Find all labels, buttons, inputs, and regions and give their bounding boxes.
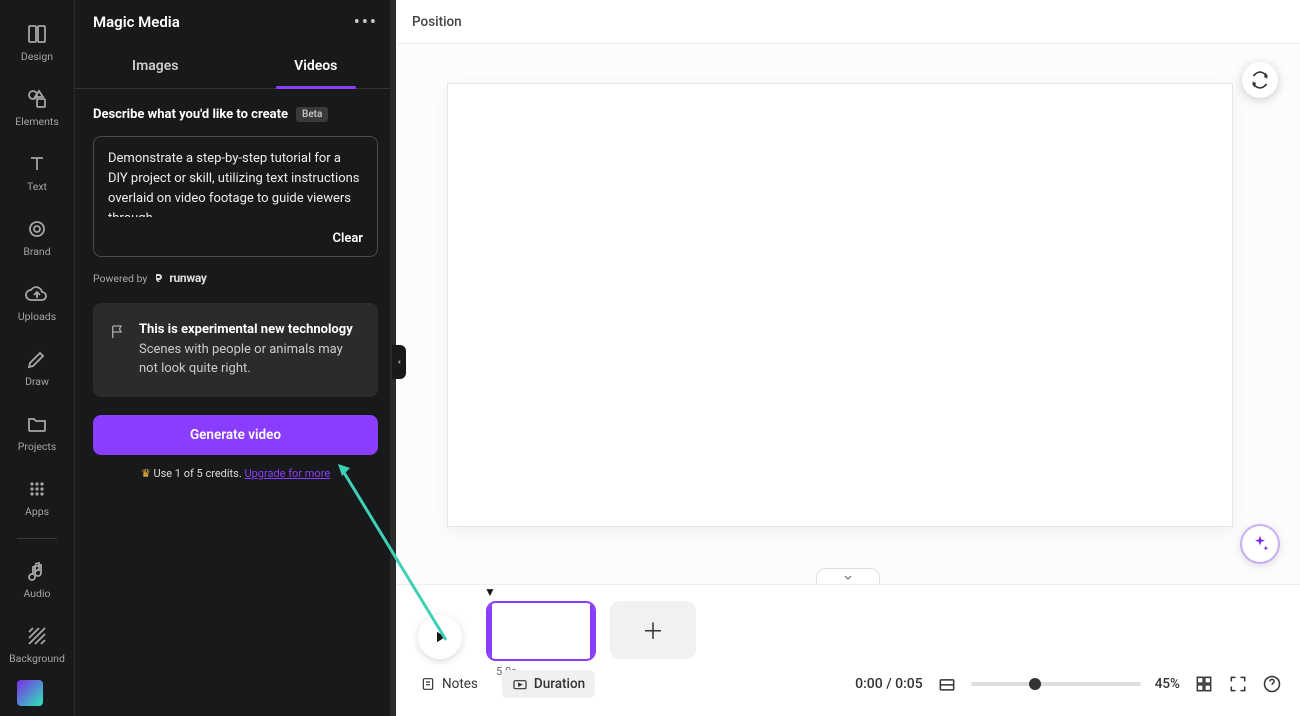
panel-tabs: Images Videos: [75, 44, 396, 89]
rail-apps[interactable]: Apps: [7, 465, 67, 530]
help-icon[interactable]: [1262, 674, 1282, 694]
rail-brand[interactable]: Brand: [7, 205, 67, 270]
position-button[interactable]: Position: [412, 14, 462, 30]
timecode: 0:00 / 0:05: [855, 676, 923, 692]
bottom-bar: Notes Duration 0:00 / 0:05 45%: [410, 670, 1282, 698]
app-chip-icon[interactable]: [17, 680, 43, 706]
runway-logo-text: runway: [169, 271, 206, 285]
play-button[interactable]: [418, 615, 462, 659]
rail-label: Draw: [25, 375, 49, 388]
playhead-marker[interactable]: ▼: [484, 585, 496, 599]
side-panel: Magic Media ••• Images Videos Describe w…: [75, 0, 396, 716]
add-clip-button[interactable]: ＋: [610, 601, 696, 659]
rail-label: Design: [21, 50, 53, 63]
prompt-box: Demonstrate a step-by-step tutorial for …: [93, 136, 378, 257]
main-area: Position ▼ 5.0s ＋ Notes: [396, 0, 1300, 716]
rail-label: Text: [27, 180, 47, 193]
rail-background[interactable]: Background: [7, 612, 67, 677]
generate-video-button[interactable]: Generate video: [93, 415, 378, 455]
rail-divider: [17, 538, 57, 539]
prompt-section-label: Describe what you'd like to create Beta: [93, 107, 378, 122]
rail-label: Projects: [18, 440, 57, 453]
clear-button[interactable]: Clear: [332, 231, 363, 246]
info-title: This is experimental new technology: [139, 321, 362, 339]
prompt-input[interactable]: Demonstrate a step-by-step tutorial for …: [94, 137, 377, 217]
rail-label: Background: [9, 652, 65, 665]
timeline-clip[interactable]: [486, 601, 596, 661]
canvas-wrap: [396, 44, 1300, 584]
rail-elements[interactable]: Elements: [7, 75, 67, 140]
clip-resize-right[interactable]: [590, 603, 596, 659]
more-icon[interactable]: •••: [354, 12, 378, 33]
rail-draw[interactable]: Draw: [7, 335, 67, 400]
flag-icon: [109, 321, 127, 379]
rail-label: Uploads: [18, 310, 56, 323]
rail-label: Apps: [25, 505, 49, 518]
crown-icon: ♛: [141, 467, 151, 480]
timeline-collapse-handle[interactable]: [816, 568, 880, 584]
top-toolbar: Position: [396, 0, 1300, 44]
collapse-panel-handle[interactable]: [392, 345, 406, 379]
rail-uploads[interactable]: Uploads: [7, 270, 67, 335]
zoom-label[interactable]: 45%: [1155, 676, 1180, 692]
regenerate-button[interactable]: [1242, 62, 1278, 98]
rail-projects[interactable]: Projects: [7, 400, 67, 465]
grid-view-icon[interactable]: [1194, 674, 1214, 694]
duration-button[interactable]: Duration: [502, 670, 595, 698]
info-text: Scenes with people or animals may not lo…: [139, 341, 362, 379]
beta-badge: Beta: [296, 107, 328, 122]
zoom-slider[interactable]: [971, 682, 1141, 686]
rail-design[interactable]: Design: [7, 10, 67, 75]
rail-audio[interactable]: Audio: [7, 547, 67, 612]
powered-by: Powered by runway: [93, 271, 378, 285]
rail-label: Brand: [23, 245, 50, 258]
clip-resize-left[interactable]: [486, 603, 492, 659]
upgrade-link[interactable]: Upgrade for more: [244, 467, 330, 480]
notes-button[interactable]: Notes: [410, 670, 488, 698]
credits-text: ♛ Use 1 of 5 credits. Upgrade for more: [93, 467, 378, 480]
panel-title: Magic Media: [93, 13, 180, 31]
canvas-page[interactable]: [448, 84, 1232, 526]
tab-images[interactable]: Images: [75, 44, 236, 88]
rail-text[interactable]: Text: [7, 140, 67, 205]
runway-logo-icon: [152, 272, 164, 284]
tab-videos[interactable]: Videos: [236, 44, 397, 88]
rail-label: Elements: [15, 115, 59, 128]
timeline: ▼ 5.0s ＋ Notes Duration 0:00 / 0:05: [396, 584, 1300, 716]
rail-label: Audio: [23, 587, 50, 600]
info-box: This is experimental new technology Scen…: [93, 303, 378, 397]
view-mode-icon[interactable]: [937, 674, 957, 694]
left-nav-rail: Design Elements Text Brand Uploads Draw …: [0, 0, 75, 716]
assistant-button[interactable]: [1242, 526, 1278, 562]
zoom-slider-thumb[interactable]: [1029, 678, 1041, 690]
fullscreen-icon[interactable]: [1228, 674, 1248, 694]
